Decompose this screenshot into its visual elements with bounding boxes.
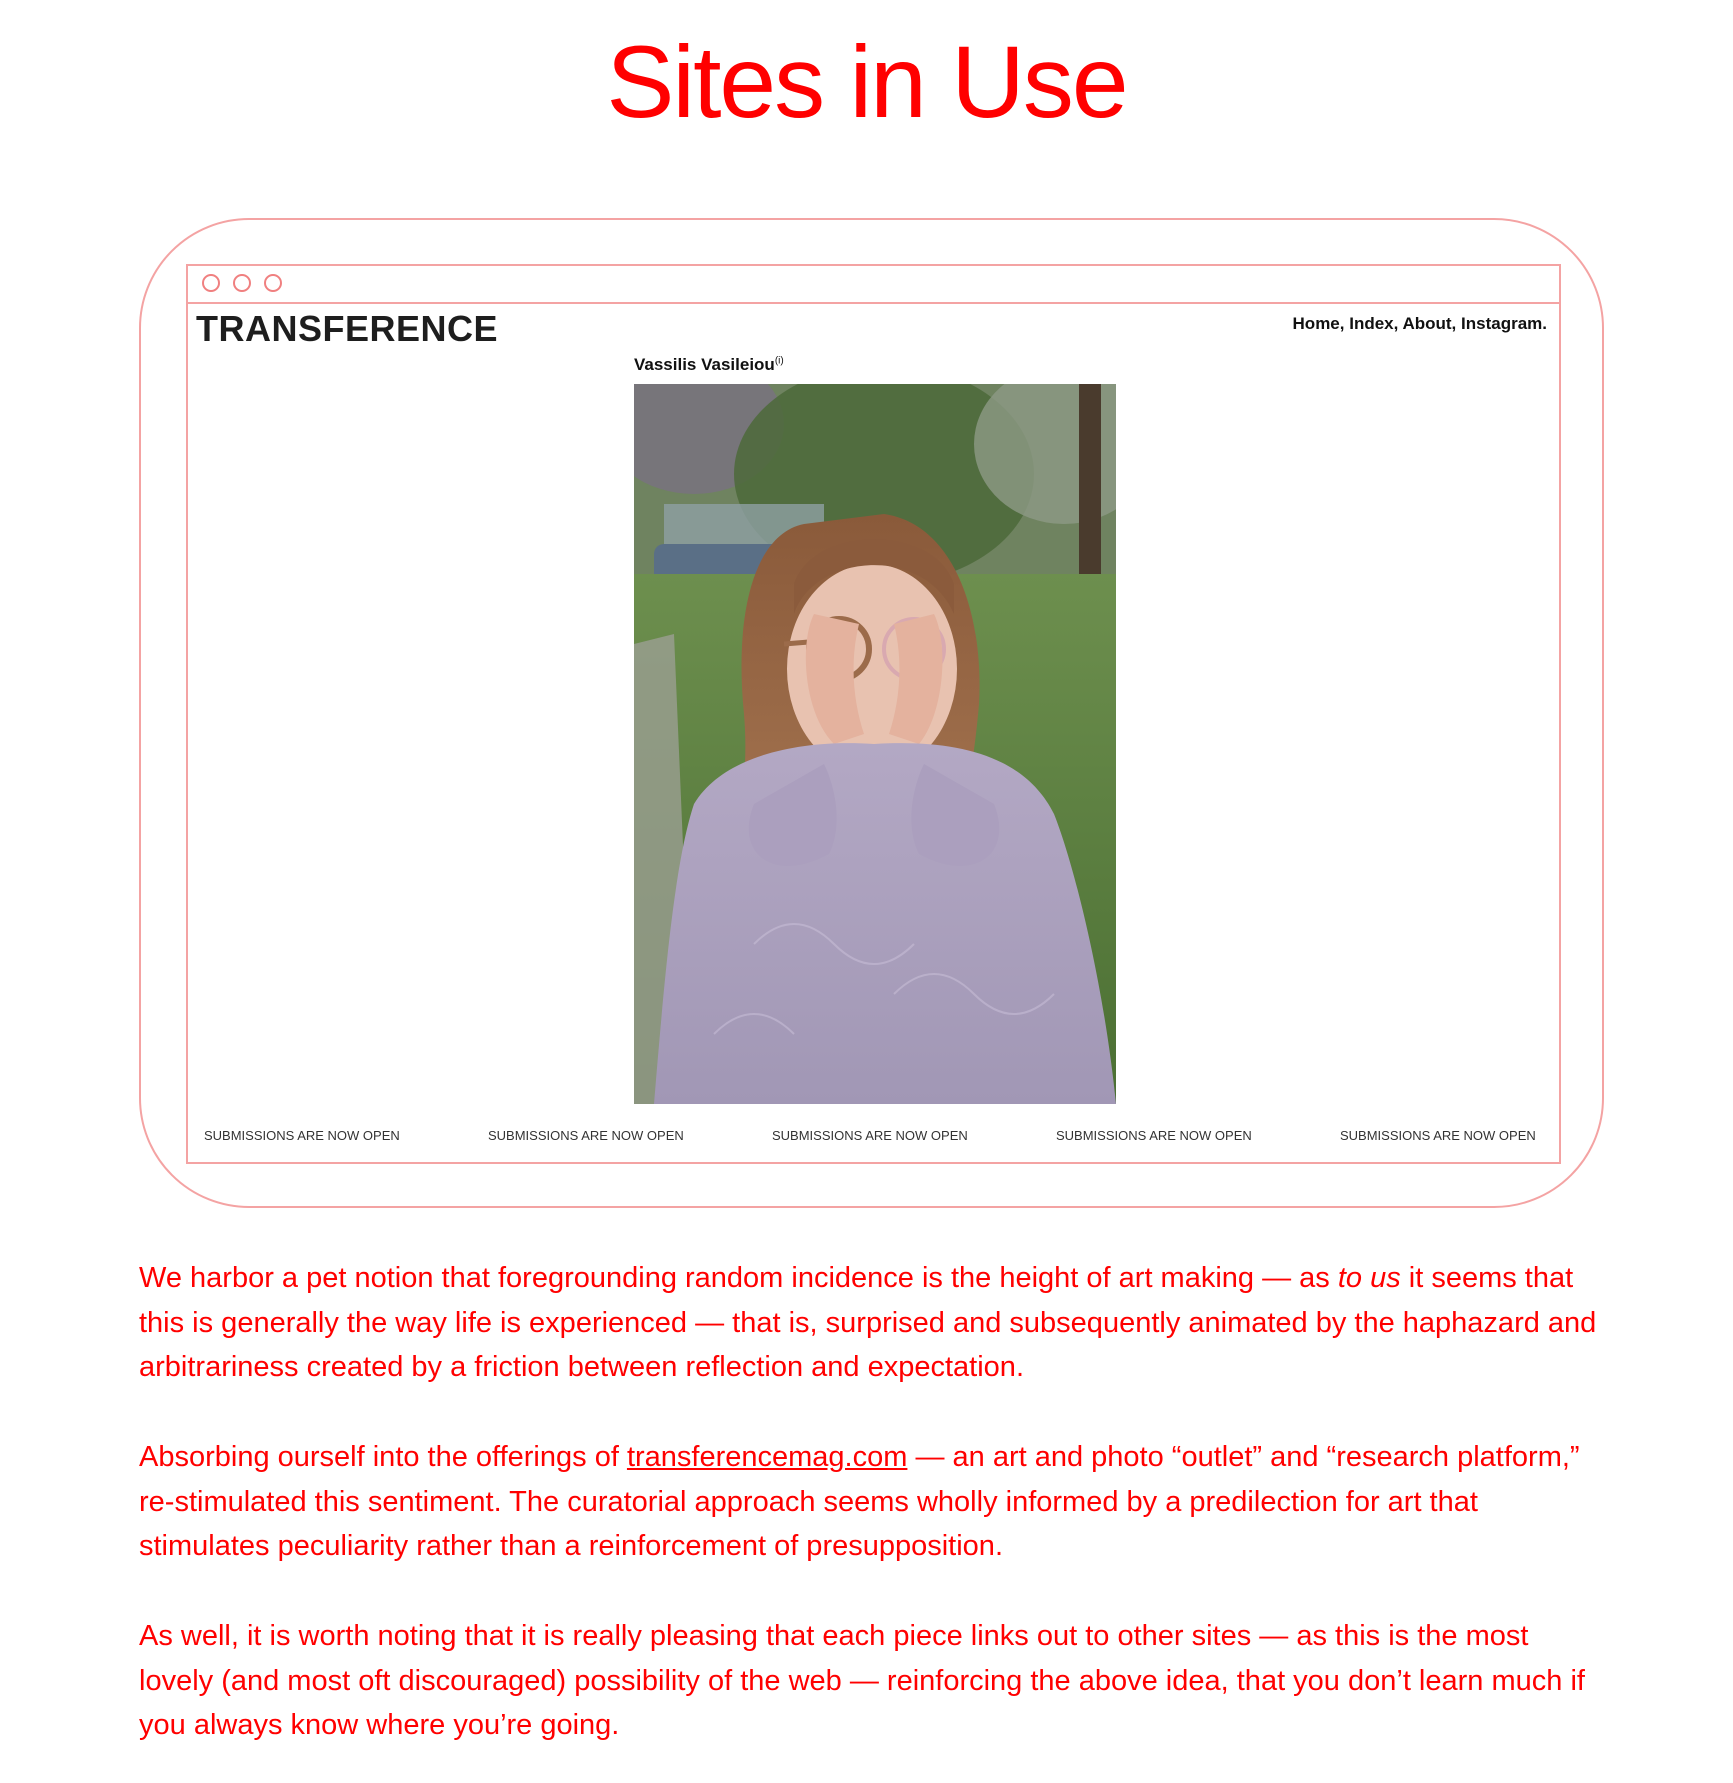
site-logo[interactable]: TRANSFERENCE (196, 308, 498, 350)
artist-name[interactable]: Vassilis Vasileiou(i) (634, 355, 784, 375)
ticker-item[interactable]: SUBMISSIONS ARE NOW OPEN (488, 1128, 684, 1143)
nav-home-link[interactable]: Home, (1293, 314, 1345, 333)
nav-instagram-link[interactable]: Instagram. (1461, 314, 1547, 333)
window-minimize-icon[interactable] (233, 274, 251, 292)
site-nav: Home, Index, About, Instagram. (1293, 314, 1547, 334)
ticker-item[interactable]: SUBMISSIONS ARE NOW OPEN (204, 1128, 400, 1143)
nav-about-link[interactable]: About, (1402, 314, 1456, 333)
artwork-photo[interactable] (634, 384, 1116, 1104)
ticker-item[interactable]: SUBMISSIONS ARE NOW OPEN (1056, 1128, 1252, 1143)
paragraph-3: As well, it is worth noting that it is r… (139, 1620, 1585, 1741)
nav-index-link[interactable]: Index, (1349, 314, 1398, 333)
ticker-item[interactable]: SUBMISSIONS ARE NOW OPEN (772, 1128, 968, 1143)
window-close-icon[interactable] (202, 274, 220, 292)
photo-illustration (634, 384, 1116, 1104)
paragraph-2-text-a: Absorbing ourself into the offerings of (139, 1441, 627, 1473)
ticker-item[interactable]: SUBMISSIONS ARE NOW OPEN (1340, 1128, 1536, 1143)
paragraph-1-emphasis: to us (1337, 1262, 1401, 1294)
browser-title-bar (188, 266, 1559, 304)
browser-window: TRANSFERENCE Home, Index, About, Instagr… (186, 264, 1561, 1164)
page-title: Sites in Use (606, 25, 1128, 139)
window-maximize-icon[interactable] (264, 274, 282, 292)
artist-info-marker[interactable]: (i) (775, 355, 784, 366)
transferencemag-link[interactable]: transferencemag.com (627, 1441, 907, 1473)
submissions-ticker[interactable]: SUBMISSIONS ARE NOW OPEN SUBMISSIONS ARE… (188, 1128, 1559, 1148)
paragraph-1: We harbor a pet notion that foregroundin… (139, 1256, 1609, 1390)
paragraph-1-text-a: We harbor a pet notion that foregroundin… (139, 1262, 1338, 1294)
paragraph-2: Absorbing ourself into the offerings of … (139, 1435, 1609, 1569)
artist-name-text: Vassilis Vasileiou (634, 355, 775, 374)
